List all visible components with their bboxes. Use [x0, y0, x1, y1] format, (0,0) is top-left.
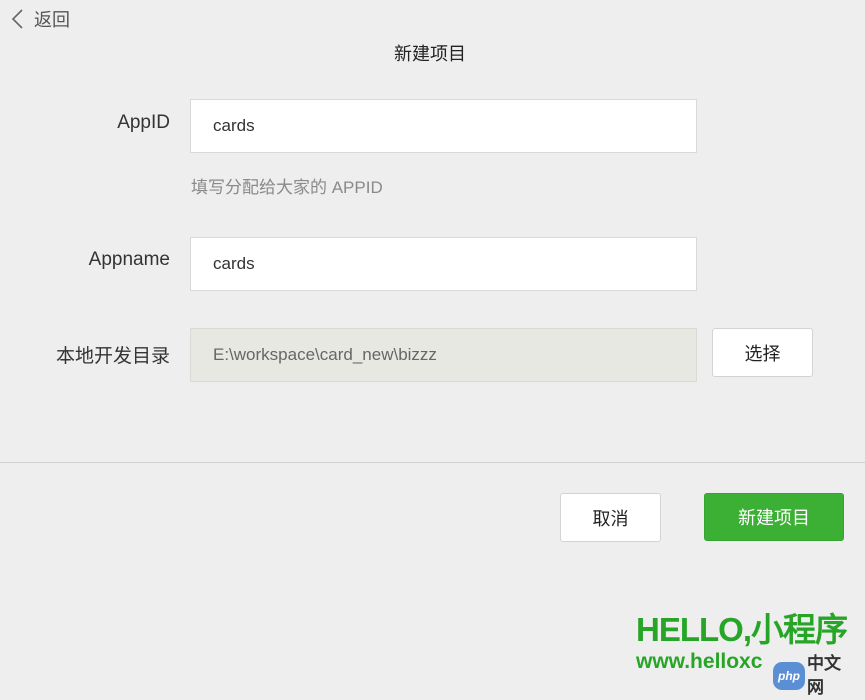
back-label: 返回	[34, 10, 70, 30]
php-logo: php	[773, 662, 805, 690]
choose-button[interactable]: 选择	[712, 328, 813, 377]
appname-label: Appname	[88, 249, 170, 270]
footer-divider	[0, 462, 865, 463]
appid-hint: 填写分配给大家的 APPID	[191, 178, 383, 197]
create-project-button[interactable]: 新建项目	[704, 493, 844, 541]
watermark-cn: 中文网	[807, 654, 841, 697]
appid-input[interactable]	[190, 99, 697, 153]
chevron-left-icon	[10, 8, 24, 30]
watermark-title: HELLO,小程序	[636, 611, 848, 648]
watermark-url: www.helloxc php 中文网	[636, 650, 847, 697]
watermark-url-text: www.helloxc	[636, 650, 763, 673]
appname-input[interactable]	[190, 237, 697, 291]
dir-label: 本地开发目录	[55, 346, 170, 367]
page-title: 新建项目	[394, 44, 466, 64]
watermark-badge: php 中文网	[773, 652, 847, 700]
cancel-button[interactable]: 取消	[560, 493, 661, 542]
back-button[interactable]: 返回	[10, 6, 70, 32]
appid-label: AppID	[117, 112, 170, 133]
watermark: HELLO,小程序 www.helloxc php 中文网	[636, 611, 848, 698]
dir-input[interactable]	[190, 328, 697, 382]
